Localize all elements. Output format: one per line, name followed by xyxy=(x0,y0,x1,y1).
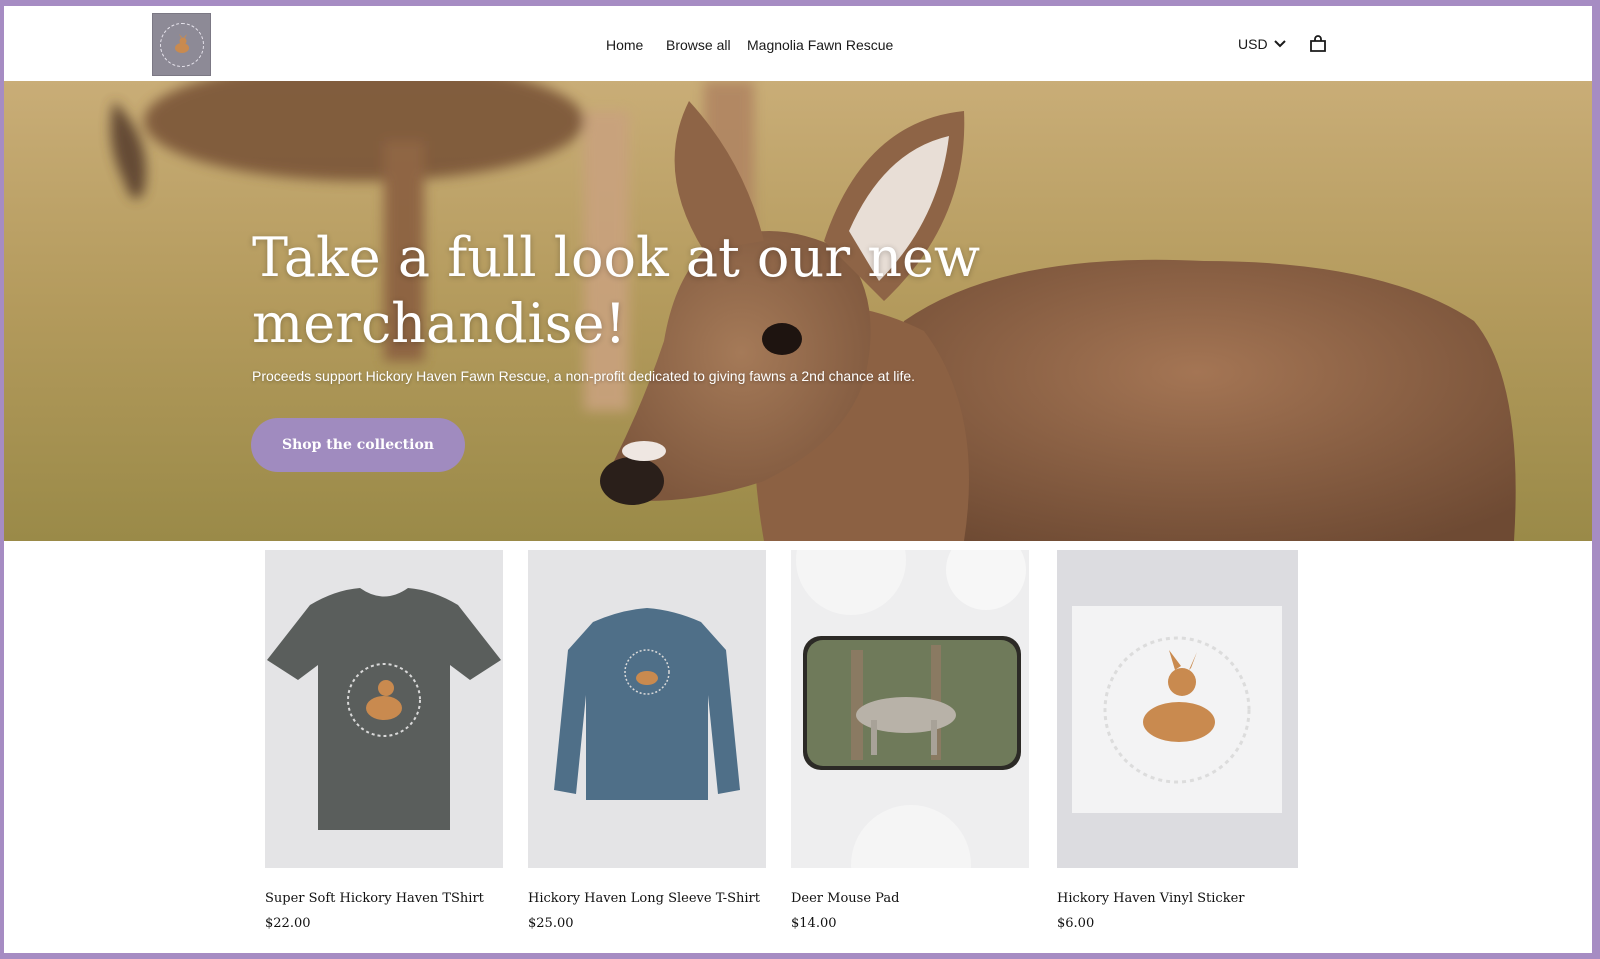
product-card[interactable]: Deer Mouse Pad $14.00 xyxy=(791,550,1029,931)
long-sleeve-image xyxy=(554,608,740,800)
currency-selector[interactable]: USD xyxy=(1238,36,1286,52)
product-price: $14.00 xyxy=(791,916,837,931)
product-price: $6.00 xyxy=(1057,916,1095,931)
sticker-image xyxy=(1072,606,1282,813)
nav-magnolia-fawn-rescue[interactable]: Magnolia Fawn Rescue xyxy=(747,37,893,53)
product-name[interactable]: Hickory Haven Long Sleeve T-Shirt xyxy=(528,891,760,906)
mouse-pad-image xyxy=(796,550,1026,868)
nav-browse-all[interactable]: Browse all xyxy=(666,37,731,53)
product-image-mouse-pad[interactable] xyxy=(791,550,1029,868)
hero-subtitle: Proceeds support Hickory Haven Fawn Resc… xyxy=(252,368,916,384)
page-frame: Home Browse all Magnolia Fawn Rescue USD xyxy=(4,6,1592,953)
shop-the-collection-button[interactable]: Shop the collection xyxy=(251,418,465,472)
logo-wreath xyxy=(159,22,204,67)
product-card[interactable]: Super Soft Hickory Haven TShirt $22.00 xyxy=(265,550,503,931)
product-name[interactable]: Super Soft Hickory Haven TShirt xyxy=(265,891,484,906)
product-card[interactable]: Hickory Haven Long Sleeve T-Shirt $25.00 xyxy=(528,550,766,931)
hero-banner: Take a full look at our new merchandise!… xyxy=(4,81,1592,541)
fawn-icon xyxy=(174,33,189,53)
product-price: $22.00 xyxy=(265,916,311,931)
chevron-down-icon xyxy=(1273,40,1286,48)
store-logo[interactable] xyxy=(152,13,211,76)
nav-home[interactable]: Home xyxy=(606,37,643,53)
product-image-sticker[interactable] xyxy=(1057,550,1298,868)
hero-title: Take a full look at our new merchandise! xyxy=(252,226,981,355)
product-price: $25.00 xyxy=(528,916,574,931)
product-name[interactable]: Deer Mouse Pad xyxy=(791,891,899,906)
currency-label: USD xyxy=(1238,36,1268,52)
shopping-bag-icon[interactable] xyxy=(1309,35,1327,53)
product-card[interactable]: Hickory Haven Vinyl Sticker $6.00 xyxy=(1057,550,1298,931)
product-name[interactable]: Hickory Haven Vinyl Sticker xyxy=(1057,891,1244,906)
site-header: Home Browse all Magnolia Fawn Rescue USD xyxy=(4,6,1592,81)
product-image-tshirt[interactable] xyxy=(265,550,503,868)
product-image-long-sleeve[interactable] xyxy=(528,550,766,868)
tshirt-image xyxy=(267,588,501,830)
